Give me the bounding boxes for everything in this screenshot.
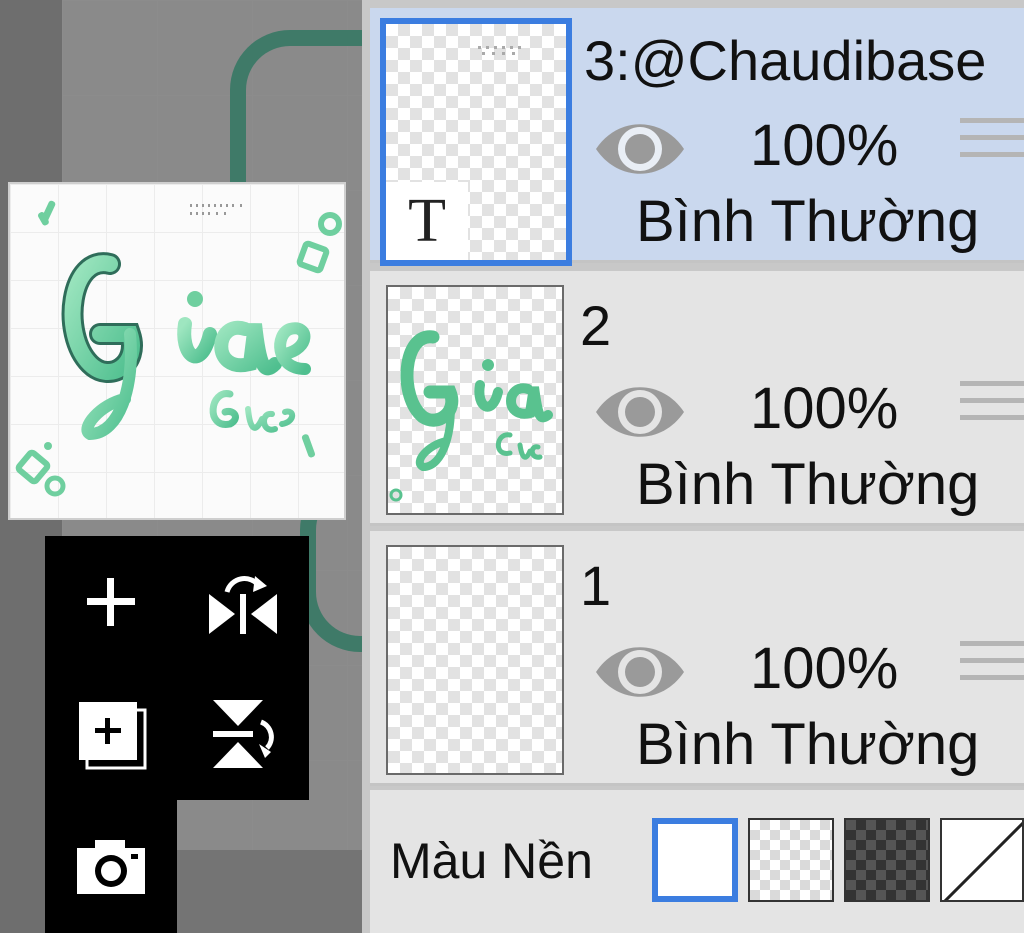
drag-handle-icon[interactable] — [960, 118, 1024, 178]
layer-tools-panel-bottom — [45, 800, 177, 933]
layer-row-1[interactable]: 1 100% Bình Thường — [370, 531, 1024, 786]
camera-button[interactable] — [45, 800, 177, 932]
drag-handle-icon[interactable] — [960, 641, 1024, 701]
background-color-row: Màu Nền — [370, 790, 1024, 933]
layer-name: 1 — [580, 554, 612, 617]
eye-icon[interactable] — [594, 371, 686, 453]
layer-name: 2 — [580, 294, 612, 357]
layer-opacity[interactable]: 100% — [750, 112, 898, 179]
duplicate-layer-button[interactable] — [45, 668, 177, 800]
layer-blend-mode[interactable]: Bình Thường — [636, 451, 979, 518]
add-layer-button[interactable] — [45, 536, 177, 668]
eye-icon[interactable] — [594, 108, 686, 190]
layer-thumbnail-content — [478, 46, 521, 55]
add-layer-icon — [87, 578, 135, 626]
eye-icon[interactable] — [594, 631, 686, 713]
background-transparent-light-swatch[interactable] — [748, 818, 834, 902]
layer-thumbnail-artwork — [389, 330, 553, 502]
flip-horizontal-button[interactable] — [177, 536, 309, 668]
drag-handle-icon[interactable] — [960, 381, 1024, 441]
background-none-swatch[interactable] — [940, 818, 1024, 902]
flip-horizontal-icon — [209, 576, 277, 634]
artwork-lettering-image — [15, 200, 342, 497]
layer-row-3[interactable]: T 3:@Chaudibase 100% Bình Thường — [370, 8, 1024, 266]
layer-opacity[interactable]: 100% — [750, 375, 898, 442]
layer-blend-mode[interactable]: Bình Thường — [636, 188, 979, 255]
canvas-preview — [8, 182, 346, 520]
duplicate-layer-icon — [79, 702, 147, 770]
background-white-swatch[interactable] — [652, 818, 738, 902]
diagonal-slash-icon — [943, 821, 1022, 900]
background-color-label: Màu Nền — [390, 833, 593, 889]
flip-vertical-icon — [213, 700, 274, 768]
flip-vertical-button[interactable] — [177, 668, 309, 800]
layer-thumbnail[interactable]: T — [380, 18, 572, 266]
canvas-area[interactable] — [0, 0, 362, 933]
layer-thumbnail[interactable] — [386, 545, 564, 775]
text-layer-badge: T — [386, 182, 468, 260]
camera-icon — [77, 840, 145, 894]
layer-tools-panel — [45, 536, 309, 800]
layer-opacity[interactable]: 100% — [750, 635, 898, 702]
layer-name: 3:@Chaudibase — [584, 29, 987, 92]
background-transparent-dark-swatch[interactable] — [844, 818, 930, 902]
layer-blend-mode[interactable]: Bình Thường — [636, 711, 979, 778]
layer-thumbnail[interactable] — [386, 285, 564, 515]
layers-panel: T 3:@Chaudibase 100% Bình Thường 2 100% … — [362, 0, 1024, 933]
layer-row-2[interactable]: 2 100% Bình Thường — [370, 271, 1024, 526]
